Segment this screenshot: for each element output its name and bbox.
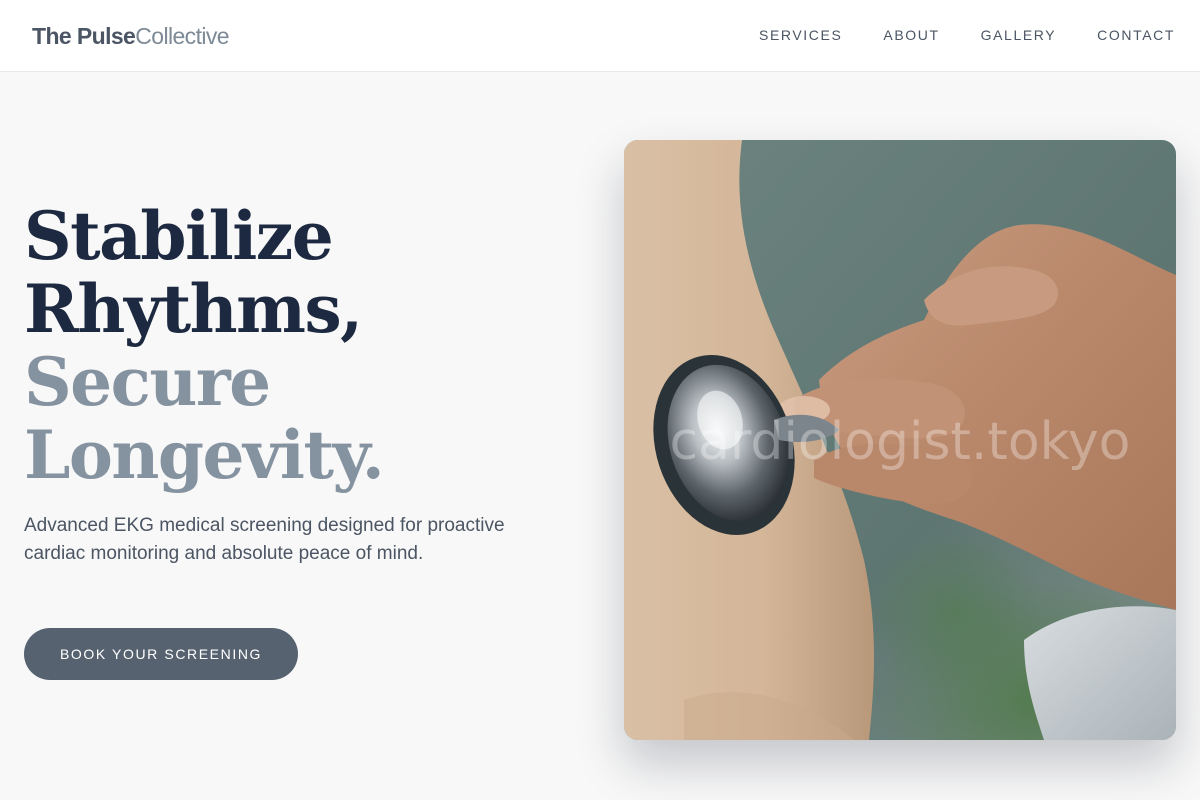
nav-link-gallery[interactable]: GALLERY (981, 26, 1057, 44)
main-nav: SERVICES ABOUT GALLERY CONTACT (759, 26, 1175, 44)
nav-link-contact[interactable]: CONTACT (1097, 26, 1175, 44)
site-logo[interactable]: The PulseCollective (32, 22, 230, 50)
hero-title-line-1: Stabilize (24, 197, 334, 275)
hero-title-line-3: Secure (24, 343, 271, 421)
hero-title-line-4: Longevity. (24, 416, 385, 494)
book-screening-button[interactable]: BOOK YOUR SCREENING (24, 628, 298, 680)
site-header: The PulseCollective SERVICES ABOUT GALLE… (0, 0, 1200, 72)
image-watermark: cardiologist.tokyo (669, 412, 1131, 472)
hero-title-line-2: Rhythms, (24, 270, 363, 348)
hero-subtitle: Advanced EKG medical screening designed … (24, 515, 505, 564)
nav-link-about[interactable]: ABOUT (883, 26, 939, 44)
nav-link-services[interactable]: SERVICES (759, 26, 842, 44)
hero-title: Stabilize Rhythms, Secure Longevity. (24, 197, 385, 494)
logo-secondary-text: Collective (135, 23, 229, 49)
logo-primary-text: The Pulse (32, 23, 136, 49)
hero-image: cardiologist.tokyo (624, 140, 1176, 740)
